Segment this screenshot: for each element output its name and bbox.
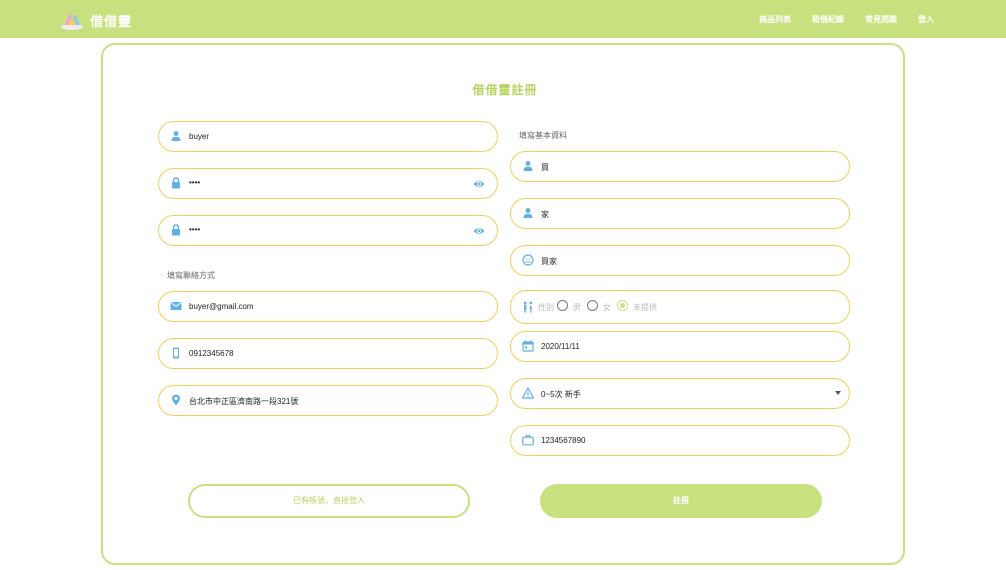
brand-name[interactable]: 借借靈 [90, 11, 132, 30]
phone-value: 0912345678 [189, 349, 234, 358]
gender-icon [523, 301, 533, 313]
first-name-field[interactable]: 家 [510, 198, 850, 229]
eye-icon[interactable] [473, 178, 485, 190]
basic-section-label: 填寫基本資料 [519, 131, 567, 140]
gender-option-unspecified: 未提供 [633, 303, 657, 312]
brand-logo-icon[interactable] [60, 8, 84, 30]
first-name-value: 家 [541, 210, 549, 219]
person-icon [523, 161, 533, 171]
top-navbar: 借借靈 商品列表 租借紀錄 常見問題 登入 [0, 0, 1006, 38]
password-value: •••• [189, 178, 201, 187]
phone-field[interactable]: 0912345678 [158, 338, 498, 369]
address-field[interactable]: 台北市中正區濟南路一段321號 [158, 385, 498, 416]
gender-radio-unspecified[interactable] [617, 300, 628, 311]
nav-login[interactable]: 登入 [918, 14, 934, 25]
gender-option-male: 男 [573, 303, 581, 312]
birthday-value: 2020/11/11 [541, 342, 580, 351]
contact-section-label: 填寫聯絡方式 [167, 271, 215, 280]
bank-account-value: 1234567890 [541, 436, 586, 445]
gender-radio-male[interactable] [557, 300, 568, 311]
calendar-icon [522, 340, 534, 352]
nav-product-list[interactable]: 商品列表 [759, 14, 791, 25]
chevron-down-icon[interactable] [835, 391, 841, 395]
bank-account-field[interactable]: 1234567890 [510, 425, 850, 456]
register-form-card: 借借靈註冊 buyer •••• •••• 填寫聯絡方式 buyer@gmail… [101, 43, 905, 565]
password-field[interactable]: •••• [158, 168, 498, 199]
briefcase-icon [522, 435, 534, 446]
person-icon [171, 131, 181, 141]
mail-icon [170, 302, 182, 310]
experience-value: 0~5次 新手 [541, 390, 581, 399]
nav-faq[interactable]: 常見問題 [865, 14, 897, 25]
last-name-value: 買 [541, 163, 549, 172]
experience-select[interactable]: 0~5次 新手 [510, 378, 850, 409]
gender-radio-female[interactable] [587, 300, 598, 311]
lock-icon [172, 224, 180, 236]
username-value: buyer [189, 132, 210, 141]
confirm-password-field[interactable]: •••• [158, 215, 498, 246]
last-name-field[interactable]: 買 [510, 151, 850, 182]
location-pin-icon [172, 394, 180, 406]
email-value: buyer@gmail.com [189, 302, 254, 311]
nickname-field[interactable]: 買家 [510, 245, 850, 276]
nav-rental-records[interactable]: 租借紀錄 [812, 14, 844, 25]
email-field[interactable]: buyer@gmail.com [158, 291, 498, 322]
mobile-phone-icon [173, 347, 179, 359]
username-field[interactable]: buyer [158, 121, 498, 152]
gender-label: 性別 [538, 303, 554, 312]
birthday-field[interactable]: 2020/11/11 [510, 331, 850, 362]
smiley-icon [522, 254, 534, 266]
address-value: 台北市中正區濟南路一段321號 [189, 397, 299, 406]
warning-icon [522, 387, 534, 399]
lock-icon [172, 177, 180, 189]
nickname-value: 買家 [541, 257, 557, 266]
gender-option-female: 女 [603, 303, 611, 312]
gender-field: 性別 男 女 未提供 [510, 290, 850, 324]
register-button[interactable]: 註冊 [540, 484, 822, 518]
login-existing-account-button[interactable]: 已有帳號，直接登入 [188, 484, 470, 518]
confirm-password-value: •••• [189, 225, 201, 234]
eye-icon[interactable] [473, 225, 485, 237]
person-icon [523, 208, 533, 218]
page-title: 借借靈註冊 [472, 83, 538, 97]
